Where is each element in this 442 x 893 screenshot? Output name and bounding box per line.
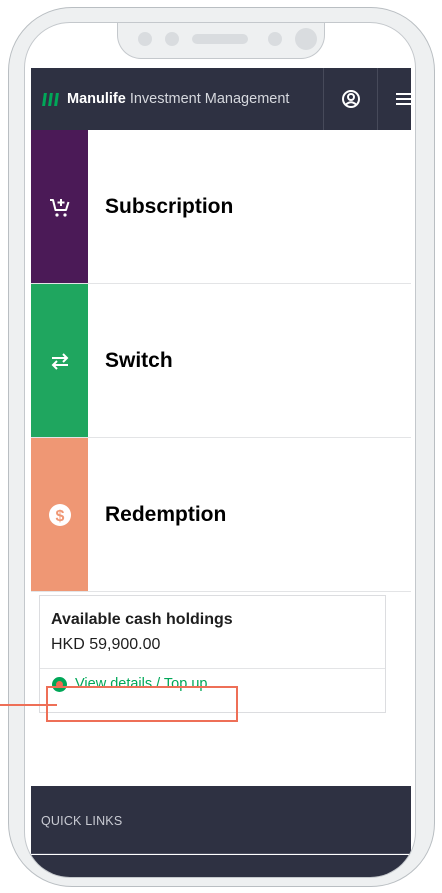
sensor-dot (165, 32, 179, 46)
footer-divider (31, 853, 411, 854)
sensor-dot (138, 32, 152, 46)
menu-button[interactable] (377, 68, 415, 130)
app-screen: Manulife Investment Management Subscript… (31, 68, 414, 877)
hamburger-menu-icon (396, 93, 414, 105)
cash-holdings-amount: HKD 59,900.00 (51, 636, 161, 653)
brand-name: Manulife (67, 91, 126, 107)
switch-label: Switch (105, 348, 173, 372)
sensor-dot (268, 32, 282, 46)
manulife-logo-mark (42, 92, 59, 106)
manulife-logo[interactable]: Manulife Investment Management (42, 68, 289, 130)
switch-arrows-icon (51, 352, 68, 370)
svg-text:$: $ (55, 508, 64, 525)
footer-bottom-bar (31, 855, 411, 877)
switch-icon-tile (31, 284, 88, 437)
profile-button[interactable] (323, 68, 378, 130)
app-header: Manulife Investment Management (31, 68, 414, 130)
redemption-icon-tile: $ (31, 438, 88, 591)
phone-screen-frame: Manulife Investment Management Subscript… (24, 22, 416, 878)
redemption-label: Redemption (105, 502, 227, 526)
user-circle-icon (342, 90, 360, 108)
speaker-grill (192, 34, 248, 44)
subscription-icon-tile (31, 130, 88, 283)
cart-plus-icon (49, 198, 69, 217)
quick-links-label: QUICK LINKS (41, 814, 123, 828)
topup-highlight-box (46, 686, 238, 722)
subscription-label: Subscription (105, 194, 234, 218)
redemption-row[interactable]: $ Redemption (31, 438, 411, 592)
callout-pointer-line (0, 704, 57, 706)
quick-links-footer[interactable]: QUICK LINKS (31, 786, 411, 854)
switch-row[interactable]: Switch (31, 284, 411, 438)
phone-notch (117, 23, 325, 59)
card-divider (40, 668, 385, 669)
subscription-row[interactable]: Subscription (31, 130, 411, 284)
logo-text: Manulife Investment Management (67, 91, 289, 107)
cash-holdings-title: Available cash holdings (51, 611, 233, 628)
camera-lens (295, 28, 317, 50)
brand-subtitle: Investment Management (125, 91, 290, 107)
dollar-circle-icon: $ (48, 503, 71, 526)
